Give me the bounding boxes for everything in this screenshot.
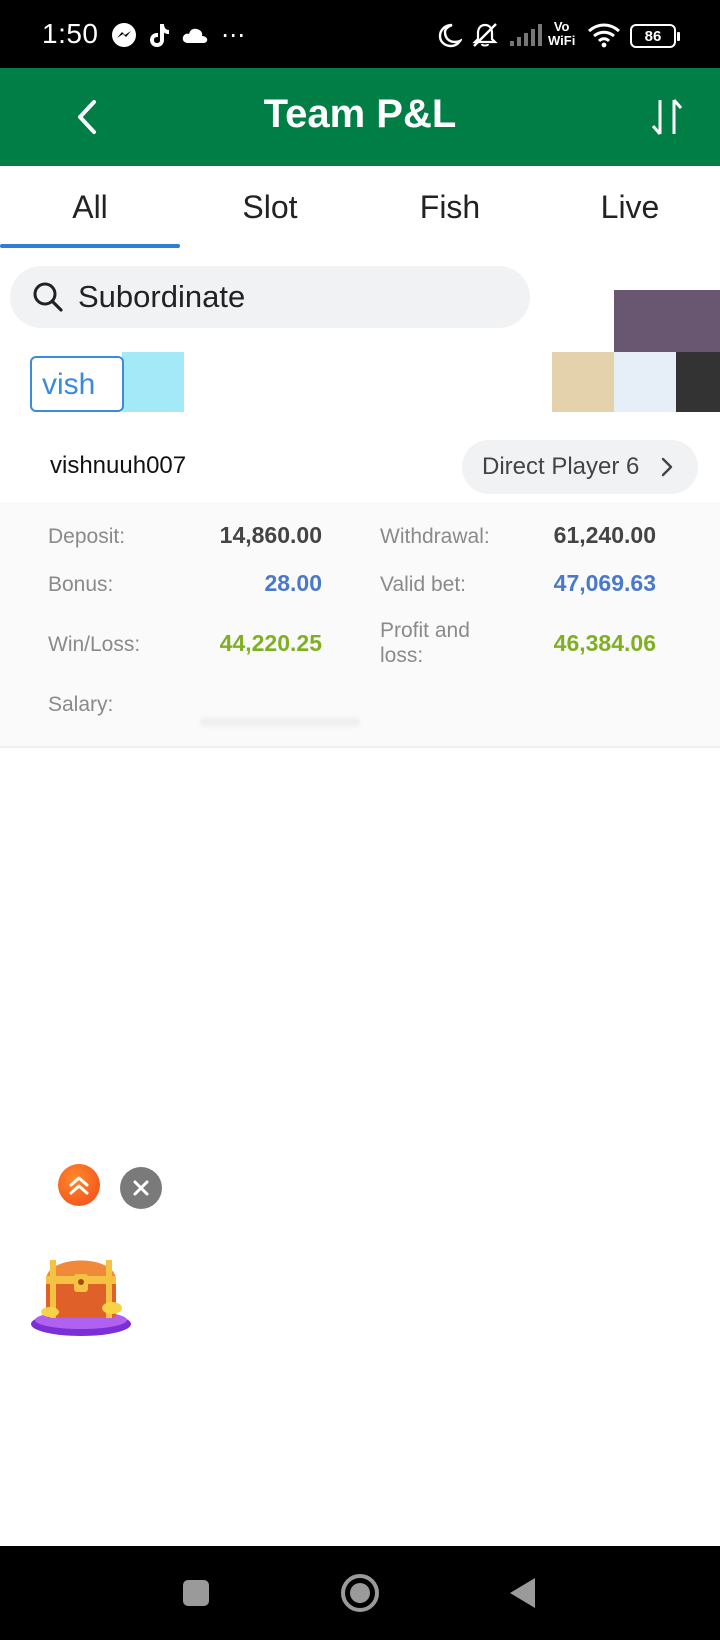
record-header: vishnuuh007 Direct Player 6	[0, 430, 720, 502]
tab-fish[interactable]: Fish	[360, 166, 540, 248]
censored-block	[552, 352, 614, 412]
record-details: Deposit: 14,860.00 Withdrawal: 61,240.00…	[0, 502, 720, 748]
censored-block	[676, 352, 720, 412]
vowifi-line2: WiFi	[548, 33, 576, 48]
messenger-icon	[110, 20, 138, 50]
salary-value-redacted	[200, 718, 360, 726]
battery-level: 86	[644, 27, 662, 45]
search-placeholder: Subordinate	[78, 279, 246, 314]
moon-icon	[434, 20, 464, 50]
vowifi-line1: Vo	[553, 19, 570, 34]
tiktok-icon	[146, 20, 172, 50]
win-loss-value: 44,220.25	[219, 630, 322, 656]
triangle-back-icon	[510, 1578, 535, 1608]
app-header: Team P&L	[0, 68, 720, 166]
win-loss-label: Win/Loss:	[48, 633, 141, 656]
bonus-value: 28.00	[264, 570, 322, 596]
chevron-right-icon	[661, 457, 673, 477]
tab-live[interactable]: Live	[540, 166, 720, 248]
close-icon	[133, 1180, 149, 1196]
valid-bet-value: 47,069.63	[553, 570, 656, 596]
cloud-icon	[180, 20, 210, 50]
valid-bet-label: Valid bet:	[380, 573, 466, 596]
tab-all[interactable]: All	[0, 166, 180, 248]
username: vishnuuh007	[50, 452, 187, 479]
home-circle-icon	[341, 1574, 379, 1612]
tab-slot[interactable]: Slot	[180, 166, 360, 248]
status-bar: 1:50 ⋯ Vo WiFi 86	[0, 0, 720, 68]
pnl-value: 46,384.06	[553, 630, 656, 656]
double-chevron-up-icon	[69, 1176, 89, 1195]
direct-player-label: Direct Player 6	[482, 453, 640, 480]
pnl-label-line2: loss:	[380, 644, 424, 667]
active-tab-indicator	[0, 244, 180, 248]
back-nav-button[interactable]	[500, 1570, 546, 1616]
signal-icon	[508, 20, 544, 50]
withdrawal-label: Withdrawal:	[380, 525, 490, 548]
home-button[interactable]	[337, 1570, 383, 1616]
withdrawal-value: 61,240.00	[553, 522, 656, 548]
battery-icon: 86	[630, 24, 680, 48]
salary-label: Salary:	[48, 693, 114, 716]
treasure-chest-icon[interactable]	[28, 1240, 134, 1340]
status-time: 1:50	[42, 18, 99, 49]
deposit-value: 14,860.00	[219, 522, 322, 548]
search-icon	[30, 279, 66, 315]
system-nav-bar	[0, 1546, 720, 1640]
pnl-label-line1: Profit and	[380, 619, 470, 642]
censored-block	[614, 352, 676, 412]
filter-chip-text: vish	[42, 368, 96, 401]
deposit-label: Deposit:	[48, 525, 126, 548]
scroll-top-button[interactable]	[58, 1164, 100, 1206]
close-widget-button[interactable]	[120, 1167, 162, 1209]
bell-off-icon	[470, 20, 500, 50]
filter-chip[interactable]: vish	[30, 356, 124, 412]
censored-block	[122, 352, 184, 412]
sort-button[interactable]	[642, 92, 692, 142]
more-icon: ⋯	[221, 21, 245, 49]
category-tabs: All Slot Fish Live	[0, 166, 720, 248]
pnl-label: Profit and loss:	[380, 618, 470, 668]
censored-block	[614, 290, 720, 352]
recents-button[interactable]	[173, 1570, 219, 1616]
search-input[interactable]: Subordinate	[10, 266, 530, 328]
sort-icon	[651, 99, 683, 135]
bonus-label: Bonus:	[48, 573, 114, 596]
vowifi-label: Vo WiFi	[548, 20, 575, 48]
page-title: Team P&L	[263, 92, 457, 136]
direct-player-button[interactable]: Direct Player 6	[462, 440, 698, 494]
wifi-icon	[586, 20, 622, 50]
square-icon	[183, 1580, 209, 1606]
